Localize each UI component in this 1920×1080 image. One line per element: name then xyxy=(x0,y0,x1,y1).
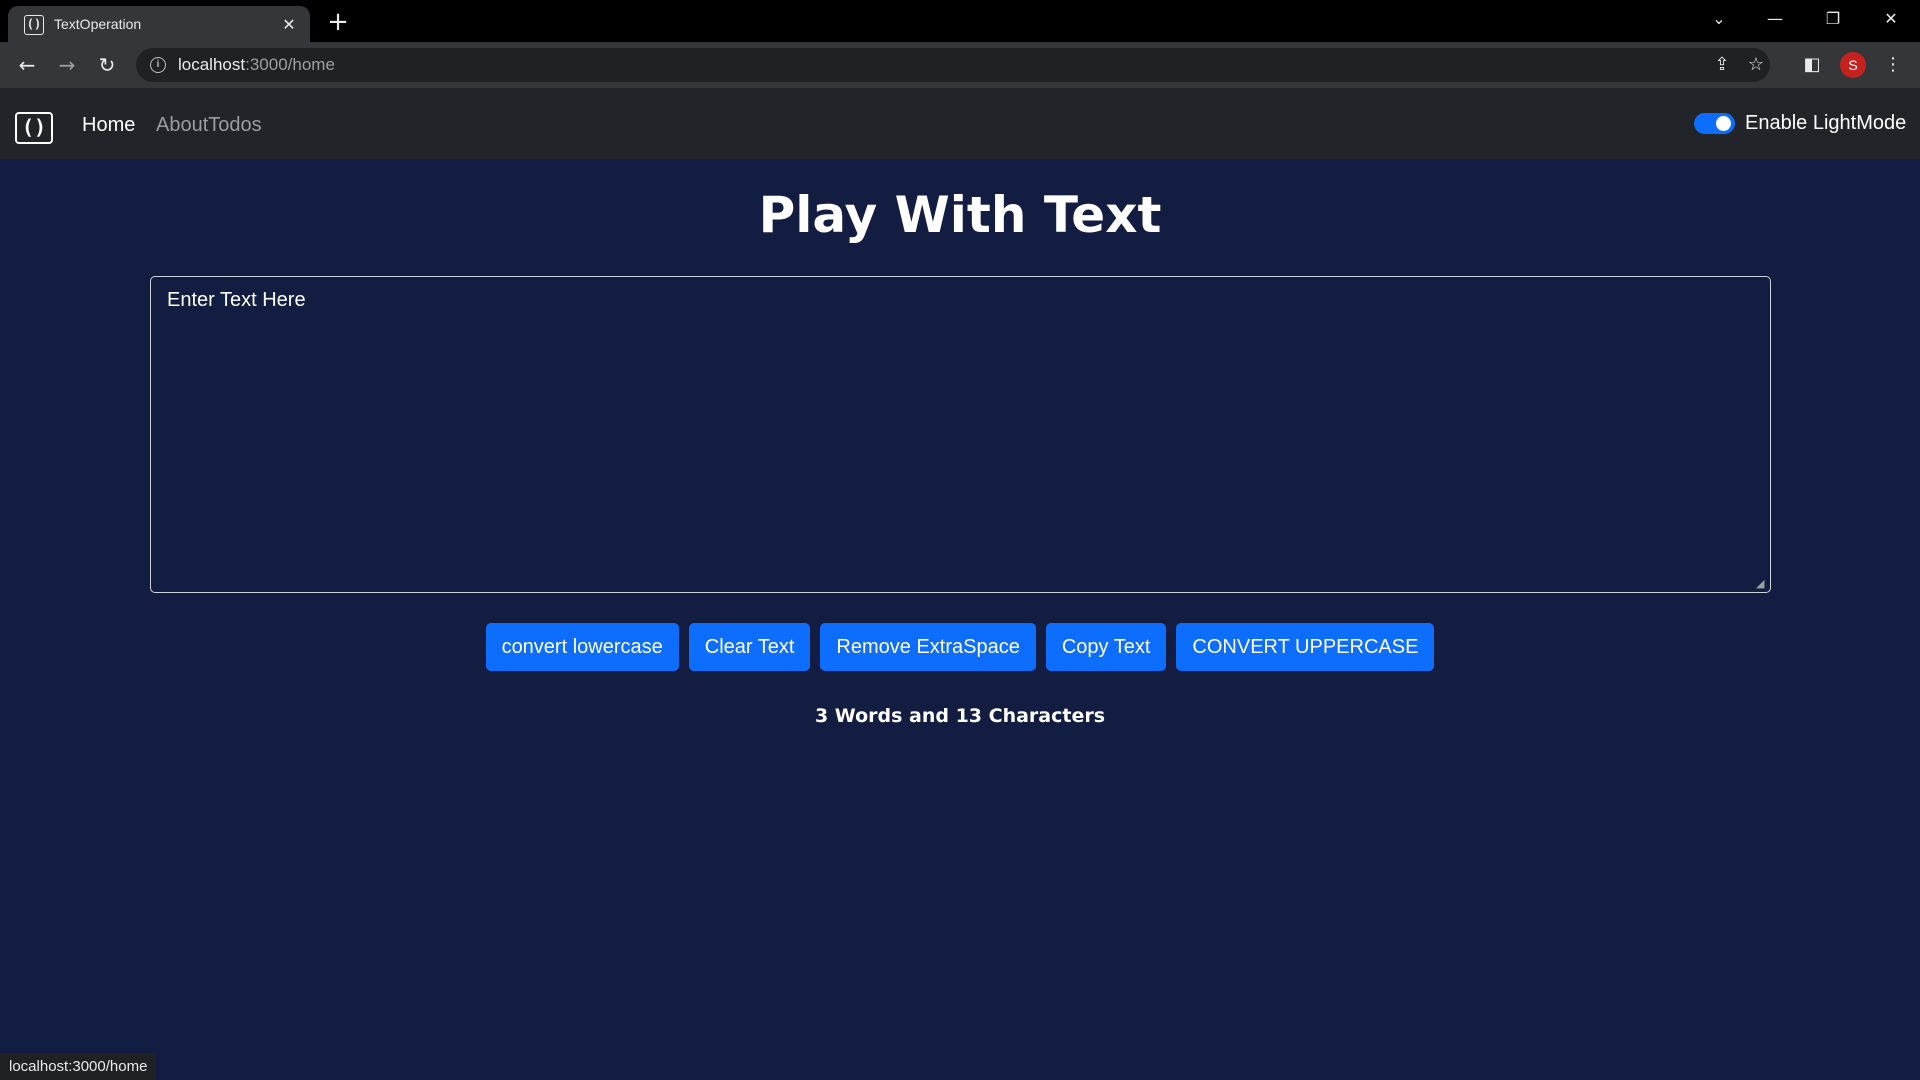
convert-lowercase-button[interactable]: convert lowercase xyxy=(485,623,679,671)
brand-logo[interactable]: () xyxy=(15,112,53,144)
nav-link-about-todos[interactable]: AboutTodos xyxy=(156,114,262,137)
profile-avatar[interactable]: S xyxy=(1840,52,1866,78)
toggle-knob xyxy=(1716,116,1731,131)
reload-icon[interactable]: ↻ xyxy=(92,50,122,80)
resize-grip-icon[interactable]: ◢ xyxy=(1756,578,1768,590)
convert-uppercase-button[interactable]: CONVERT UPPERCASE xyxy=(1176,623,1435,671)
text-input-area[interactable] xyxy=(150,276,1771,593)
site-info-icon[interactable]: i xyxy=(150,57,166,73)
forward-icon[interactable]: → xyxy=(52,50,82,80)
menu-kebab-icon[interactable]: ⋮ xyxy=(1878,50,1908,80)
clear-text-button[interactable]: Clear Text xyxy=(688,623,811,671)
minimize-button[interactable]: — xyxy=(1752,4,1798,34)
back-icon[interactable]: ← xyxy=(12,50,42,80)
close-window-button[interactable]: ✕ xyxy=(1868,4,1914,34)
browser-tab-strip: () TextOperation ✕ + ⌄ — ❐ ✕ xyxy=(0,0,1920,42)
side-panel-icon[interactable]: ◧ xyxy=(1797,50,1827,80)
share-icon[interactable]: ⇪ xyxy=(1710,53,1734,77)
word-character-count: 3 Words and 13 Characters xyxy=(814,705,1106,727)
bookmark-star-icon[interactable]: ☆ xyxy=(1744,53,1768,77)
remove-extra-space-button[interactable]: Remove ExtraSpace xyxy=(820,623,1036,671)
browser-tab[interactable]: () TextOperation ✕ xyxy=(8,6,310,42)
restore-button[interactable]: ❐ xyxy=(1810,4,1856,34)
app-navbar: () Home AboutTodos Enable LightMode xyxy=(0,88,1920,159)
tab-title: TextOperation xyxy=(54,16,142,32)
copy-text-button[interactable]: Copy Text xyxy=(1045,623,1167,671)
close-tab-icon[interactable]: ✕ xyxy=(278,14,300,36)
url-text: localhost:3000/home xyxy=(178,55,335,74)
lightmode-toggle[interactable] xyxy=(1694,113,1735,134)
new-tab-button[interactable]: + xyxy=(323,7,353,37)
action-buttons: convert lowercase Clear Text Remove Extr… xyxy=(0,623,1920,671)
status-url-bubble: localhost:3000/home xyxy=(0,1053,157,1080)
nav-link-home[interactable]: Home xyxy=(82,114,135,137)
lightmode-toggle-label[interactable]: Enable LightMode xyxy=(1745,112,1906,135)
address-bar[interactable]: i localhost:3000/home ⇪ ☆ xyxy=(136,48,1770,82)
tab-search-icon[interactable]: ⌄ xyxy=(1696,4,1742,34)
page-title: Play With Text xyxy=(758,186,1162,244)
browser-toolbar: ← → ↻ i localhost:3000/home ⇪ ☆ ◧ ⋮ xyxy=(0,42,1920,88)
favicon-icon: () xyxy=(24,15,44,35)
